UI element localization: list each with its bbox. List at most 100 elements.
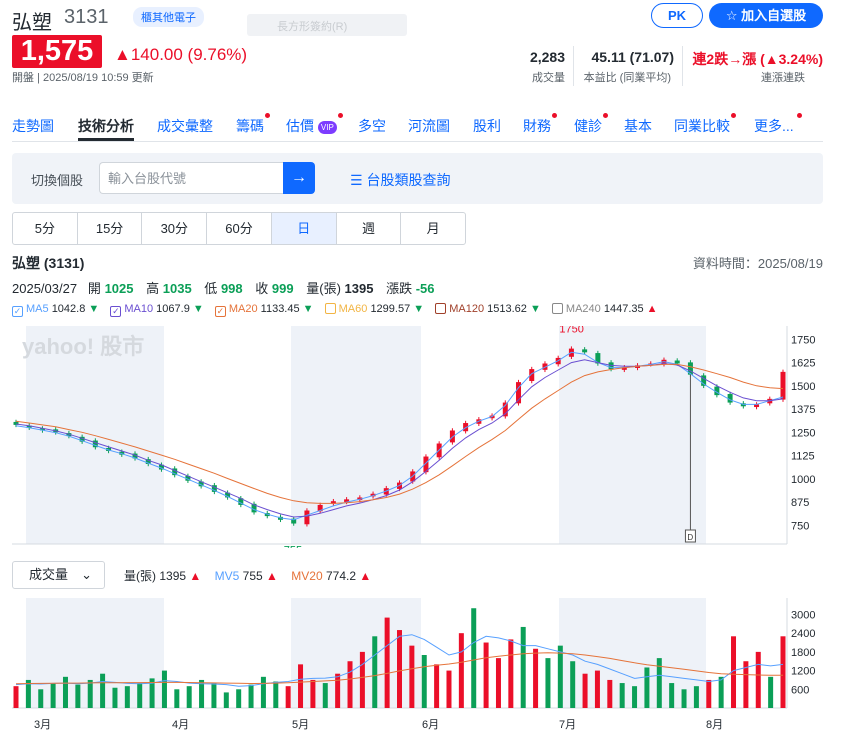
volume-bar [347, 661, 353, 708]
go-button[interactable]: → [283, 162, 315, 194]
ma240-toggle[interactable]: MA240 1447.35 ▲ [551, 303, 658, 315]
current-price: 1,575 [12, 35, 102, 68]
ma-arrow: ▼ [413, 303, 425, 315]
metric-streak-label: 連漲連跌 [761, 72, 805, 84]
ma-name: MA120 [449, 303, 485, 315]
volume-bar [446, 670, 452, 708]
switch-stock-label: 切換個股 [31, 173, 84, 188]
volume-label: 量(張) [306, 281, 341, 296]
tab-more[interactable]: 更多... [754, 113, 802, 136]
ma60-toggle[interactable]: MA60 1299.57 ▼ [324, 303, 425, 315]
stock-name: 弘塑 [12, 12, 52, 34]
high-label: 高 [146, 281, 160, 296]
x-tick-label: 7月 [559, 719, 576, 731]
category-query-label: 台股類股查詢 [366, 172, 451, 188]
category-query-link[interactable]: ☰ 台股類股查詢 [350, 170, 450, 190]
volume-bar [768, 676, 774, 708]
chevron-down-icon: ⌄ [81, 567, 92, 582]
y-tick-label: 1800 [791, 647, 815, 659]
notification-dot [337, 113, 343, 118]
vol-legend-label: 量(張) [124, 569, 156, 583]
month-band [559, 326, 706, 544]
ma5-toggle[interactable]: ✓ MA5 1042.8 ▼ [12, 303, 99, 317]
industry-tag[interactable]: 櫃其他電子 [133, 7, 204, 27]
tab-river[interactable]: 河流圖 [408, 116, 450, 136]
volume-chart[interactable]: 600 1200 1800 2400 3000 3月 4月 5月 6月 7月 8月 [12, 598, 823, 738]
volume-bar [718, 676, 724, 708]
tab-trades[interactable]: 成交彙整 [157, 116, 213, 136]
tab-chips[interactable]: 籌碼 [236, 113, 270, 136]
ma-name: MA240 [565, 303, 601, 315]
notification-dot [552, 113, 557, 118]
period-month[interactable]: 月 [401, 213, 465, 244]
volume-bar [780, 636, 786, 708]
x-tick-label: 5月 [292, 719, 309, 731]
volume-bar [310, 679, 316, 708]
metric-pe-value: 45.11 (71.07) [591, 49, 674, 65]
close-value: 999 [271, 281, 294, 296]
high-annotation: 1750 [559, 326, 583, 336]
metric-volume-label: 成交量 [532, 72, 565, 84]
ma-value: 1133.45 [260, 303, 300, 315]
tab-health[interactable]: 健診 [574, 113, 608, 136]
tab-basic[interactable]: 基本 [624, 116, 652, 136]
indicator-select[interactable]: 成交量 ⌄ [12, 561, 105, 589]
tab-dividend[interactable]: 股利 [473, 116, 501, 136]
period-day[interactable]: 日 [271, 213, 337, 244]
metric-divider [573, 46, 574, 86]
tab-trend[interactable]: 走勢圖 [12, 116, 54, 136]
x-tick-label: 3月 [34, 719, 51, 731]
metric-streak-value: 連2跌→漲 (▲3.24%) [692, 51, 823, 67]
volume-bar [755, 651, 761, 708]
period-30min[interactable]: 30分 [142, 213, 208, 244]
month-band [26, 598, 164, 708]
volume-bar [495, 658, 501, 708]
ma-value: 1447.35 [603, 303, 644, 315]
ma10-toggle[interactable]: ✓ MA10 1067.9 ▼ [110, 303, 204, 317]
y-tick-label: 2400 [791, 628, 815, 640]
volume-bar [533, 648, 539, 708]
mv20-value: 774.2 [325, 569, 356, 583]
tab-bull-bear[interactable]: 多空 [358, 116, 386, 136]
volume-bar [458, 633, 464, 708]
volume-bar [434, 664, 440, 708]
price-change: ▲140.00 (9.76%) [114, 45, 248, 64]
stock-code-input[interactable] [99, 162, 283, 194]
x-tick-label: 6月 [422, 719, 439, 731]
period-15min[interactable]: 15分 [78, 213, 143, 244]
y-tick-label: 1000 [791, 474, 815, 486]
ma120-toggle[interactable]: MA120 1513.62 ▼ [435, 303, 541, 315]
pk-button[interactable]: PK [651, 3, 703, 28]
chg-value: -56 [415, 281, 435, 296]
ohlc-date: 2025/03/27 [12, 281, 78, 296]
period-week[interactable]: 週 [337, 213, 402, 244]
volume-bar [372, 636, 378, 708]
ma20-toggle[interactable]: ✓ MA20 1133.45 ▼ [214, 303, 314, 317]
price-chart[interactable]: 750 875 1000 1125 1250 1375 1500 1625 1750 yahoo!… [12, 326, 823, 548]
y-tick-label: 1200 [791, 666, 815, 678]
period-60min[interactable]: 60分 [207, 213, 272, 244]
yahoo-watermark: yahoo! 股市 [22, 334, 144, 359]
vol-legend-arrow: ▲ [189, 569, 202, 583]
y-tick-label: 1250 [791, 427, 815, 439]
volume-bar [161, 670, 167, 708]
volume-bar [570, 661, 576, 708]
ma-value: 1042.8 [51, 303, 86, 315]
open-label: 開 [87, 281, 101, 296]
tab-valuation[interactable]: 估價 VIP [286, 113, 343, 136]
volume-bar [619, 683, 625, 708]
volume-bar [75, 684, 81, 708]
period-5min[interactable]: 5分 [13, 213, 78, 244]
tab-financial[interactable]: 財務 [523, 113, 557, 136]
add-watchlist-button[interactable]: ☆ 加入自選股 [709, 3, 823, 28]
market-status: 開盤 | 2025/08/19 10:59 更新 [12, 72, 154, 84]
volume-bar [359, 651, 365, 708]
volume-bar [248, 684, 254, 708]
ma-name: MA20 [228, 303, 258, 315]
volume-bar [38, 689, 44, 708]
volume-bar [508, 639, 514, 708]
tab-peer-compare[interactable]: 同業比較 [674, 113, 736, 136]
volume-bar [137, 683, 143, 708]
indicator-select-label: 成交量 [29, 567, 69, 582]
tab-technical[interactable]: 技術分析 [78, 116, 134, 141]
